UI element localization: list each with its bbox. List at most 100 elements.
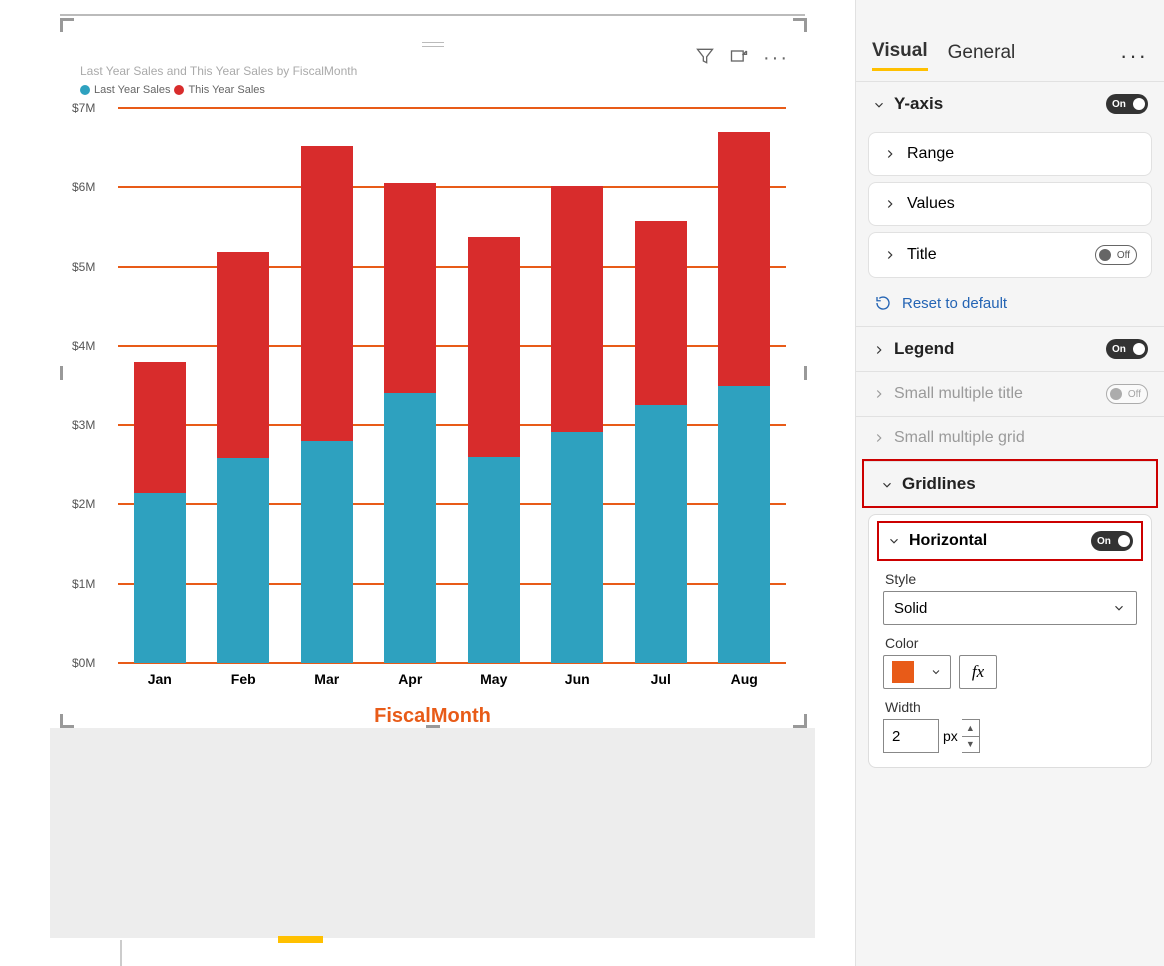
label-width: Width: [885, 699, 1135, 715]
y-tick-label: $3M: [72, 418, 95, 432]
chevron-right-icon: [872, 342, 886, 356]
chevron-right-icon: [883, 248, 897, 262]
report-canvas[interactable]: ··· Last Year Sales and This Year Sales …: [0, 0, 855, 966]
width-spinner[interactable]: ▲▼: [962, 719, 980, 753]
x-tick-label: Mar: [314, 671, 339, 687]
drag-grip[interactable]: [422, 42, 444, 48]
toggle-legend[interactable]: On: [1106, 339, 1148, 359]
y-tick-label: $7M: [72, 101, 95, 115]
toggle-horizontal-gridlines[interactable]: On: [1091, 531, 1133, 551]
legend-swatch-0: [80, 85, 90, 95]
bar-column[interactable]: [718, 132, 770, 663]
chevron-down-icon: [872, 97, 886, 111]
x-axis-title: FiscalMonth: [60, 705, 805, 728]
bar-segment-this-year[interactable]: [301, 146, 353, 441]
toggle-y-axis[interactable]: On: [1106, 94, 1148, 114]
bar-segment-this-year[interactable]: [384, 183, 436, 393]
bar-segment-last-year[interactable]: [384, 393, 436, 663]
bar-segment-last-year[interactable]: [635, 405, 687, 663]
x-tick-label: Jan: [148, 671, 172, 687]
y-tick-label: $5M: [72, 260, 95, 274]
page-tab-highlight[interactable]: [278, 936, 323, 943]
bar-column[interactable]: [384, 183, 436, 663]
label-color: Color: [885, 635, 1135, 651]
section-small-multiple-title: Small multiple title Off: [856, 371, 1164, 416]
legend-label-1: This Year Sales: [188, 84, 264, 96]
bar-column[interactable]: [551, 186, 603, 663]
tab-visual[interactable]: Visual: [872, 40, 928, 71]
tab-more-icon[interactable]: ···: [1120, 43, 1148, 69]
bar-segment-this-year[interactable]: [468, 237, 520, 457]
chevron-down-icon: [1112, 601, 1126, 615]
spin-up-icon[interactable]: ▲: [962, 720, 979, 737]
bar-column[interactable]: [468, 237, 520, 663]
ruler-edge: [60, 14, 805, 16]
tab-general[interactable]: General: [948, 42, 1016, 70]
toggle-axis-title[interactable]: Off: [1095, 245, 1137, 265]
y-tick-label: $1M: [72, 577, 95, 591]
bar-segment-this-year[interactable]: [217, 252, 269, 458]
chevron-right-icon: [872, 431, 886, 445]
resize-handle-tl[interactable]: [60, 18, 74, 32]
y-tick-label: $2M: [72, 497, 95, 511]
format-pane[interactable]: Visual General ··· Y-axis On Range Value…: [855, 0, 1164, 966]
bar-segment-last-year[interactable]: [217, 458, 269, 663]
card-horizontal-gridlines: Horizontal On Style Solid Color fx Width: [868, 514, 1152, 768]
bar-column[interactable]: [301, 146, 353, 663]
focus-mode-icon[interactable]: [729, 46, 749, 71]
bar-segment-last-year[interactable]: [551, 432, 603, 664]
legend-label-0: Last Year Sales: [94, 84, 170, 96]
chevron-down-icon: [880, 477, 894, 491]
y-tick-label: $4M: [72, 339, 95, 353]
unit-label: px: [943, 728, 958, 744]
dropdown-style[interactable]: Solid: [883, 591, 1137, 625]
card-values[interactable]: Values: [868, 182, 1152, 226]
legend-swatch-1: [174, 85, 184, 95]
bar-column[interactable]: [217, 252, 269, 663]
bar-segment-this-year[interactable]: [134, 362, 186, 493]
pane-divider: [120, 940, 122, 966]
x-tick-label: Feb: [231, 671, 256, 687]
section-small-multiple-grid: Small multiple grid: [856, 416, 1164, 459]
filter-icon[interactable]: [695, 46, 715, 71]
chart-title: Last Year Sales and This Year Sales by F…: [80, 64, 357, 78]
y-tick-label: $6M: [72, 180, 95, 194]
card-range[interactable]: Range: [868, 132, 1152, 176]
highlight-horizontal: Horizontal On: [877, 521, 1143, 561]
section-legend[interactable]: Legend On: [856, 326, 1164, 371]
subsection-horizontal[interactable]: Horizontal On: [885, 527, 1135, 555]
toggle-sm-title: Off: [1106, 384, 1148, 404]
bar-segment-last-year[interactable]: [301, 441, 353, 663]
chevron-down-icon: [930, 666, 942, 678]
bar-segment-this-year[interactable]: [551, 186, 603, 432]
resize-handle-tr[interactable]: [793, 18, 807, 32]
chart-visual[interactable]: ··· Last Year Sales and This Year Sales …: [60, 18, 805, 728]
bar-column[interactable]: [635, 221, 687, 663]
spin-down-icon[interactable]: ▼: [962, 737, 979, 753]
color-swatch: [892, 661, 914, 683]
bar-segment-last-year[interactable]: [718, 386, 770, 664]
y-tick-label: $0M: [72, 656, 95, 670]
bar-segment-last-year[interactable]: [468, 457, 520, 663]
section-y-axis[interactable]: Y-axis On: [856, 81, 1164, 126]
card-title[interactable]: Title Off: [868, 232, 1152, 278]
bar-column[interactable]: [134, 362, 186, 663]
fx-button[interactable]: fx: [959, 655, 997, 689]
input-width[interactable]: [883, 719, 939, 753]
resize-handle-r[interactable]: [804, 366, 807, 380]
bar-segment-this-year[interactable]: [718, 132, 770, 386]
chart-legend: Last Year Sales This Year Sales: [80, 84, 265, 96]
x-tick-label: Jun: [565, 671, 590, 687]
label-style: Style: [885, 571, 1135, 587]
more-options-icon[interactable]: ···: [763, 47, 789, 70]
section-gridlines[interactable]: Gridlines: [864, 461, 1156, 506]
bar-segment-last-year[interactable]: [134, 493, 186, 663]
resize-handle-l[interactable]: [60, 366, 63, 380]
format-tabs: Visual General ···: [856, 40, 1164, 81]
x-tick-label: Aug: [731, 671, 758, 687]
x-tick-label: May: [480, 671, 507, 687]
bar-segment-this-year[interactable]: [635, 221, 687, 406]
color-picker[interactable]: [883, 655, 951, 689]
reset-to-default[interactable]: Reset to default: [856, 284, 1164, 326]
highlight-gridlines: Gridlines: [862, 459, 1158, 508]
